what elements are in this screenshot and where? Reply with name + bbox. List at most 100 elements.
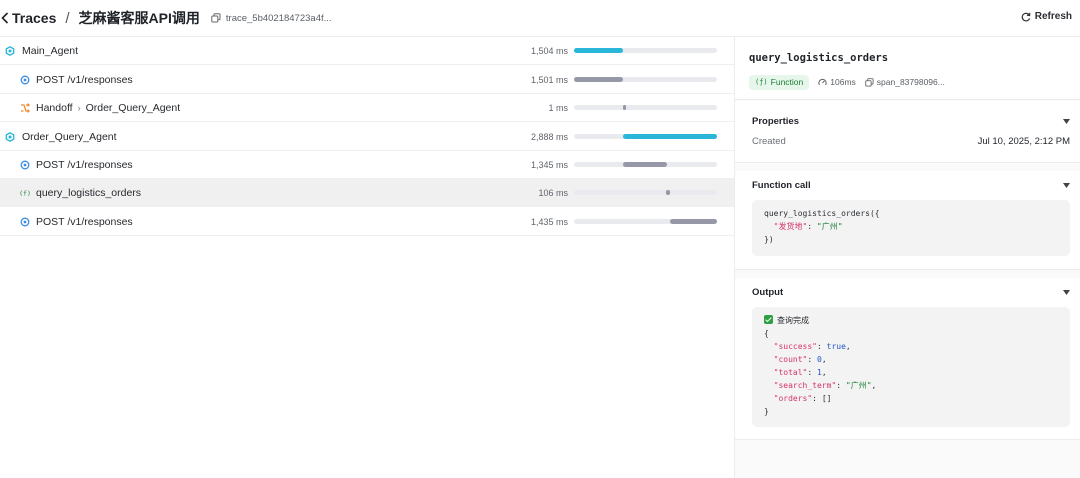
tree-row-label: POST /v1/responses — [36, 74, 133, 86]
tree-row-label: query_logistics_orders — [36, 187, 142, 199]
tree-row-duration: 1,345 ms — [530, 160, 568, 170]
tree-row-query-logistics-orders[interactable]: (f) query_logistics_orders 106 ms — [0, 179, 734, 207]
breadcrumb-separator: / — [65, 9, 70, 27]
span-duration: 106ms — [818, 77, 856, 87]
properties-section: Properties Created Jul 10, 2025, 2:12 PM — [735, 101, 1080, 163]
code-line: { — [764, 329, 769, 338]
tree-row-duration: 1,435 ms — [530, 217, 568, 227]
output-code: 查询完成 { "success": true, "count": 0, "tot… — [752, 307, 1070, 427]
svg-text:(f): (f) — [20, 190, 30, 198]
checkbox-checked-icon — [764, 315, 773, 324]
refresh-button[interactable]: Refresh — [1021, 11, 1072, 22]
span-summary-card: query_logistics_orders (ƒ) Function 106m… — [735, 37, 1080, 100]
property-key: Created — [752, 136, 786, 147]
function-call-section: Function call query_logistics_orders({ "… — [735, 171, 1080, 270]
caret-down-icon[interactable] — [1063, 119, 1070, 124]
tree-row-post-responses[interactable]: POST /v1/responses 1,345 ms — [0, 151, 734, 179]
tree-row-main-agent[interactable]: Main_Agent 1,504 ms — [0, 37, 734, 65]
function-icon: (f) — [20, 190, 30, 198]
timeline-bar — [574, 48, 623, 53]
code-value: "广州" — [845, 381, 872, 390]
handoff-target: Order_Query_Agent — [85, 102, 181, 114]
tree-row-duration: 1,504 ms — [530, 46, 568, 56]
refresh-label: Refresh — [1034, 11, 1072, 22]
timeline-track — [574, 134, 717, 139]
copy-icon — [865, 77, 874, 87]
caret-down-icon[interactable] — [1063, 183, 1070, 188]
output-status: 查询完成 — [777, 316, 809, 325]
tree-row-duration: 2,888 ms — [530, 132, 568, 142]
agent-icon — [5, 132, 15, 142]
timeline-track — [574, 105, 717, 110]
timeline-track — [574, 219, 717, 224]
output-section: Output 查询完成 { "success": true, "count": … — [735, 278, 1080, 440]
copy-icon — [211, 13, 221, 23]
span-title: query_logistics_orders — [749, 52, 889, 64]
code-value: [] — [821, 394, 832, 403]
tree-row-label: POST /v1/responses — [36, 216, 133, 228]
span-id-text: span_83798096... — [876, 77, 945, 87]
response-icon — [20, 160, 30, 170]
tree-row-label: Order_Query_Agent — [22, 131, 117, 143]
trace-tree: Main_Agent 1,504 ms POST /v1/responses 1… — [0, 37, 734, 478]
handoff-label: Handoff — [36, 102, 73, 114]
function-badge-label: Function — [770, 77, 804, 87]
code-key: "发货地" — [773, 222, 808, 231]
code-key: "search_term" — [773, 381, 837, 390]
trace-id-copy[interactable]: trace_5b402184723a4f... — [211, 13, 332, 24]
tree-row-post-responses[interactable]: POST /v1/responses 1,435 ms — [0, 208, 734, 236]
back-button[interactable] — [0, 10, 10, 26]
timeline-bar — [622, 105, 626, 110]
breadcrumb: Traces / 芝麻酱客服API调用 trace_5b402184723a4f… — [12, 8, 332, 28]
timeline-track — [574, 162, 717, 167]
properties-heading: Properties — [752, 116, 799, 127]
tree-row-label: POST /v1/responses — [36, 159, 133, 171]
tree-row-duration: 106 ms — [538, 188, 568, 198]
timeline-bar — [623, 162, 667, 167]
function-icon: (ƒ) — [755, 78, 768, 86]
function-call-code: query_logistics_orders({ "发货地": "广州" }) — [752, 200, 1070, 256]
code-key: "count" — [773, 355, 808, 364]
span-id-copy[interactable]: span_83798096... — [865, 77, 945, 87]
output-heading: Output — [752, 287, 784, 298]
code-line: } — [764, 407, 769, 416]
caret-down-icon[interactable] — [1063, 290, 1070, 295]
code-colon: : — [807, 222, 817, 231]
tree-row-label: Handoff › Order_Query_Agent — [36, 102, 180, 114]
agent-icon — [5, 46, 15, 56]
response-icon — [20, 217, 30, 227]
chevron-right-icon: › — [77, 103, 81, 113]
breadcrumb-traces-link[interactable]: Traces — [12, 10, 56, 26]
page-title: 芝麻酱客服API调用 — [78, 10, 200, 26]
timeline-bar — [666, 190, 670, 195]
tree-row-duration: 1 ms — [548, 103, 568, 113]
code-key: "success" — [773, 342, 817, 351]
tree-row-post-responses[interactable]: POST /v1/responses 1,501 ms — [0, 66, 734, 94]
trace-id-text: trace_5b402184723a4f... — [225, 12, 332, 24]
tree-row-duration: 1,501 ms — [530, 75, 568, 85]
timeline-bar — [574, 77, 623, 82]
code-value: 0 — [817, 355, 822, 364]
tree-row-handoff[interactable]: Handoff › Order_Query_Agent 1 ms — [0, 94, 734, 122]
span-details-panel: query_logistics_orders (ƒ) Function 106m… — [734, 37, 1080, 478]
function-call-heading: Function call — [752, 180, 811, 191]
span-tags: (ƒ) Function 106ms span_83798096... — [749, 74, 945, 90]
property-value: Jul 10, 2025, 2:12 PM — [977, 136, 1070, 147]
property-created: Created Jul 10, 2025, 2:12 PM — [752, 136, 1070, 150]
tree-row-label: Main_Agent — [22, 45, 79, 57]
timeline-track — [574, 48, 717, 53]
timeline-track — [574, 190, 717, 195]
function-badge: (ƒ) Function — [749, 74, 810, 90]
code-value: true — [826, 342, 846, 351]
span-duration-text: 106ms — [830, 77, 856, 87]
code-line: query_logistics_orders({ — [764, 209, 880, 218]
handoff-icon — [21, 103, 30, 113]
code-key: "orders" — [773, 394, 813, 403]
tree-row-order-query-agent[interactable]: Order_Query_Agent 2,888 ms — [0, 123, 734, 151]
response-icon — [20, 75, 30, 85]
top-bar: Traces / 芝麻酱客服API调用 trace_5b402184723a4f… — [0, 0, 1080, 37]
code-line: }) — [764, 235, 774, 244]
code-string: "广州" — [816, 222, 843, 231]
refresh-icon — [1021, 12, 1031, 22]
code-value: 1 — [817, 368, 822, 377]
